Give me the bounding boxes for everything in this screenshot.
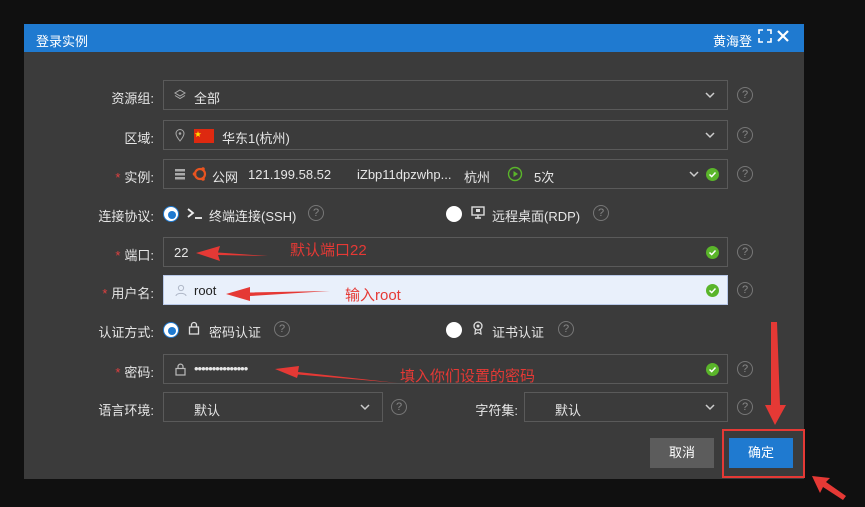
password-arrow [275, 366, 398, 383]
confirm-arrow-vertical [765, 322, 786, 425]
confirm-arrow-diagonal [812, 476, 846, 500]
username-arrow [226, 287, 330, 301]
annotation-arrows [196, 246, 846, 500]
port-arrow [196, 246, 268, 261]
